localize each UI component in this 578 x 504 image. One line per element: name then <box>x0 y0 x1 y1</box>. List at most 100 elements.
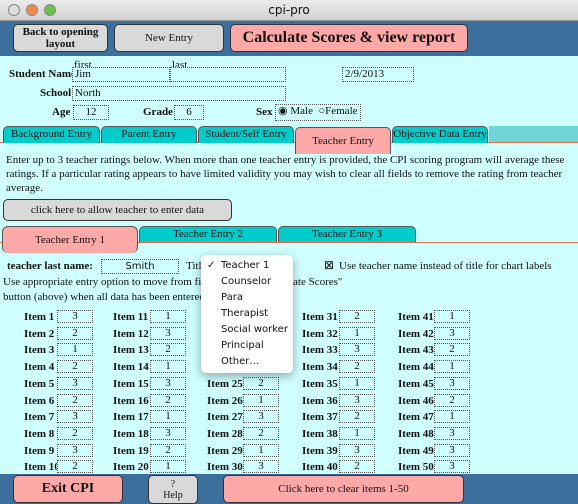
minimize-window-button[interactable] <box>26 4 38 16</box>
female-radio[interactable]: ○Female <box>318 105 357 117</box>
item-value-field[interactable]: 1 <box>434 410 470 424</box>
item-value-field[interactable]: 2 <box>243 426 279 440</box>
calculate-scores-button[interactable]: Calculate Scores & view report <box>230 24 468 52</box>
menu-item-para[interactable]: Para <box>201 290 293 306</box>
exit-cpi-button[interactable]: Exit CPI <box>13 475 123 503</box>
menu-item-principal[interactable]: Principal <box>201 338 293 354</box>
item-value-field[interactable]: 3 <box>434 460 470 474</box>
tab-background-entry[interactable]: Background Entry <box>3 126 100 143</box>
item-label: Item 37 <box>302 411 338 424</box>
item-label: Item 45 <box>398 377 434 390</box>
sex-label: Sex <box>256 106 273 118</box>
menu-item-other[interactable]: Other… <box>201 354 293 370</box>
item-label: Item 17 <box>113 411 149 424</box>
menu-item-counselor[interactable]: Counselor <box>201 274 293 290</box>
item-label: Item 34 <box>302 361 338 374</box>
menu-item-teacher-1[interactable]: ✓ Teacher 1 <box>201 258 293 274</box>
item-label: Item 1 <box>24 311 55 323</box>
item-value-field[interactable]: 2 <box>150 393 186 407</box>
school-field[interactable]: North <box>72 86 286 101</box>
item-value-field[interactable]: 3 <box>150 326 186 340</box>
item-value-field[interactable]: 2 <box>339 410 375 424</box>
item-value-field[interactable]: 1 <box>150 410 186 424</box>
checkmark-icon: ✓ <box>207 260 216 271</box>
item-value-field[interactable]: 3 <box>243 410 279 424</box>
note-line-1: Use appropriate entry option to move fro… <box>3 276 215 288</box>
item-value-field[interactable]: 1 <box>243 443 279 457</box>
item-value-field[interactable]: 1 <box>150 360 186 374</box>
item-value-field[interactable]: 3 <box>150 426 186 440</box>
item-value-field[interactable]: 2 <box>339 310 375 323</box>
item-value-field[interactable]: 3 <box>434 426 470 440</box>
item-value-field[interactable]: 2 <box>57 393 93 407</box>
tab-parent-entry[interactable]: Parent Entry <box>101 126 197 143</box>
window-title: cpi-pro <box>268 3 310 17</box>
use-name-checkbox[interactable]: ⊠ <box>324 258 334 273</box>
menu-item-therapist[interactable]: Therapist <box>201 306 293 322</box>
tab-student-self-entry[interactable]: Student/Self Entry <box>198 126 294 143</box>
tab-teacher-entry[interactable]: Teacher Entry <box>295 127 391 154</box>
grade-field[interactable]: 6 <box>174 105 204 120</box>
item-label: Item 7 <box>24 411 55 424</box>
item-value-field[interactable]: 2 <box>150 443 186 457</box>
item-value-field[interactable]: 3 <box>57 376 93 390</box>
female-label: Female <box>325 105 358 117</box>
item-label: Item 3 <box>24 344 55 357</box>
item-value-field[interactable]: 1 <box>150 460 186 474</box>
item-value-field[interactable]: 1 <box>243 393 279 407</box>
subtab-teacher-entry-1[interactable]: Teacher Entry 1 <box>2 226 138 253</box>
item-value-field[interactable]: 3 <box>57 310 93 323</box>
item-label: Item 40 <box>302 461 338 474</box>
menu-item-social-worker[interactable]: Social worker <box>201 322 293 338</box>
item-value-field[interactable]: 2 <box>150 343 186 357</box>
date-field[interactable]: 2/9/2013 <box>342 67 414 82</box>
male-radio[interactable]: ◉ Male <box>278 105 313 117</box>
teacher-last-name-field[interactable]: Smith <box>101 259 179 274</box>
item-value-field[interactable]: 1 <box>339 376 375 390</box>
item-value-field[interactable]: 3 <box>434 376 470 390</box>
item-value-field[interactable]: 2 <box>57 360 93 374</box>
allow-teacher-entry-button[interactable]: click here to allow teacher to enter dat… <box>3 199 232 221</box>
back-to-opening-layout-button[interactable]: Back to opening layout <box>13 24 108 52</box>
item-label: Item 33 <box>302 344 338 357</box>
item-value-field[interactable]: 2 <box>339 460 375 474</box>
item-value-field[interactable]: 3 <box>339 343 375 357</box>
item-value-field[interactable]: 3 <box>150 376 186 390</box>
item-value-field[interactable]: 3 <box>243 460 279 474</box>
item-label: Item 28 <box>207 427 243 440</box>
item-value-field[interactable]: 3 <box>339 393 375 407</box>
clear-items-button[interactable]: Click here to clear items 1-50 <box>223 475 464 503</box>
item-value-field[interactable]: 2 <box>57 460 93 474</box>
item-value-field[interactable]: 1 <box>339 426 375 440</box>
item-value-field[interactable]: 1 <box>150 310 186 323</box>
item-value-field[interactable]: 2 <box>57 326 93 340</box>
student-name-label: Student Name <box>9 68 76 80</box>
item-value-field[interactable]: 1 <box>339 326 375 340</box>
item-value-field[interactable]: 2 <box>434 343 470 357</box>
item-value-field[interactable]: 2 <box>339 360 375 374</box>
subtab-teacher-entry-3[interactable]: Teacher Entry 3 <box>278 226 416 242</box>
age-field[interactable]: 12 <box>73 105 109 120</box>
item-label: Item 50 <box>398 461 434 474</box>
last-name-field[interactable] <box>170 67 286 82</box>
item-value-field[interactable]: 3 <box>57 443 93 457</box>
item-value-field[interactable]: 2 <box>434 393 470 407</box>
first-name-field[interactable]: Jim <box>72 67 170 82</box>
option-label: Teacher 1 <box>221 260 270 271</box>
tab-objective-data-entry[interactable]: Objective Data Entry <box>392 126 488 143</box>
help-button[interactable]: ? Help <box>148 475 198 504</box>
item-value-field[interactable]: 1 <box>57 343 93 357</box>
item-value-field[interactable]: 1 <box>434 310 470 323</box>
item-value-field[interactable]: 3 <box>339 443 375 457</box>
male-label: Male <box>290 105 313 117</box>
subtab-teacher-entry-2[interactable]: Teacher Entry 2 <box>139 226 277 242</box>
item-value-field[interactable]: 2 <box>57 426 93 440</box>
item-value-field[interactable]: 2 <box>243 376 279 390</box>
item-value-field[interactable]: 3 <box>434 443 470 457</box>
close-window-button[interactable] <box>8 4 20 16</box>
new-entry-button[interactable]: New Entry <box>114 24 224 52</box>
item-value-field[interactable]: 1 <box>434 360 470 374</box>
item-value-field[interactable]: 3 <box>434 326 470 340</box>
zoom-window-button[interactable] <box>44 4 56 16</box>
item-value-field[interactable]: 3 <box>57 410 93 424</box>
